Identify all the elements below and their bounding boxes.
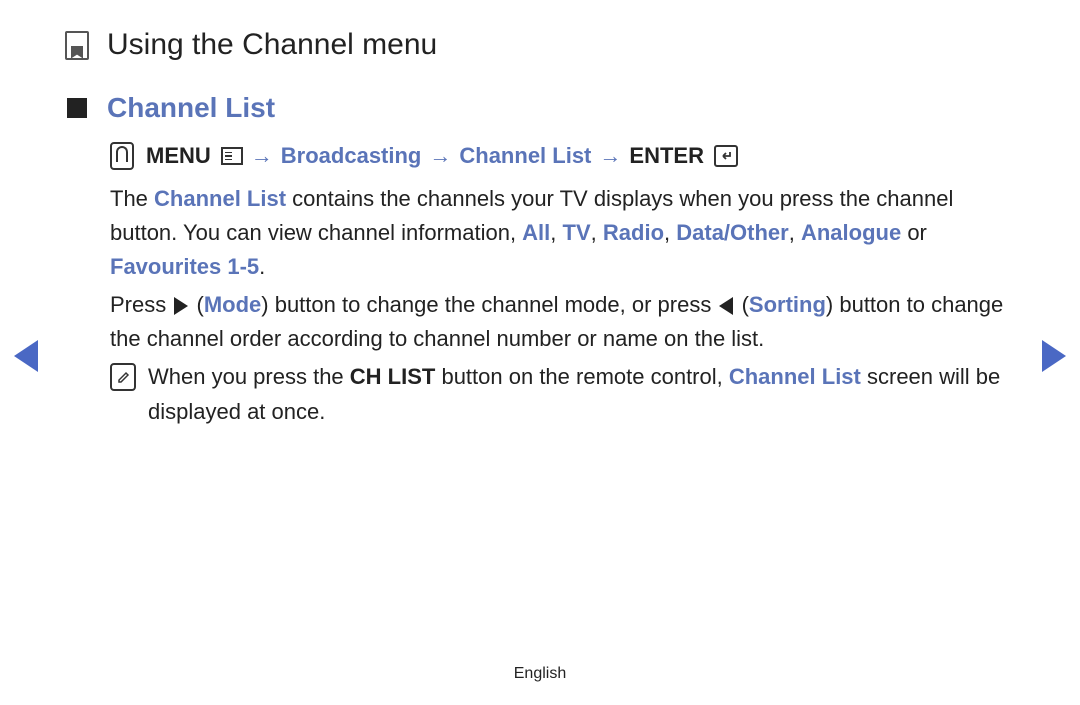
breadcrumb-menu: MENU: [146, 143, 211, 169]
breadcrumb-broadcasting: Broadcasting: [281, 143, 422, 169]
note-row: When you press the CH LIST button on the…: [65, 360, 1015, 428]
section-title: Channel List: [107, 92, 275, 124]
breadcrumb-arrow: →: [599, 143, 621, 169]
paragraph-2: Press (Mode) button to change the channe…: [65, 288, 1015, 356]
note-icon: [110, 363, 136, 391]
paragraph-1: The Channel List contains the channels y…: [65, 182, 1015, 284]
breadcrumb-enter: ENTER: [629, 143, 704, 169]
nav-prev-button[interactable]: [14, 340, 38, 372]
triangle-left-icon: [719, 297, 733, 315]
triangle-right-icon: [174, 297, 188, 315]
page-title: Using the Channel menu: [65, 28, 1015, 62]
breadcrumb-arrow: →: [251, 143, 273, 169]
section-heading: Channel List: [65, 92, 1015, 124]
breadcrumb: MENU → Broadcasting → Channel List → ENT…: [65, 142, 1015, 170]
bookmark-icon: [65, 31, 89, 60]
note-text: When you press the CH LIST button on the…: [148, 360, 1005, 428]
enter-icon: [714, 145, 738, 167]
hand-icon: [110, 142, 134, 170]
nav-next-button[interactable]: [1042, 340, 1066, 372]
page-title-text: Using the Channel menu: [107, 28, 437, 62]
footer-language: English: [0, 665, 1080, 683]
breadcrumb-arrow: →: [429, 143, 451, 169]
square-bullet-icon: [67, 98, 87, 118]
menu-grid-icon: [221, 147, 243, 165]
breadcrumb-channel-list: Channel List: [459, 143, 591, 169]
